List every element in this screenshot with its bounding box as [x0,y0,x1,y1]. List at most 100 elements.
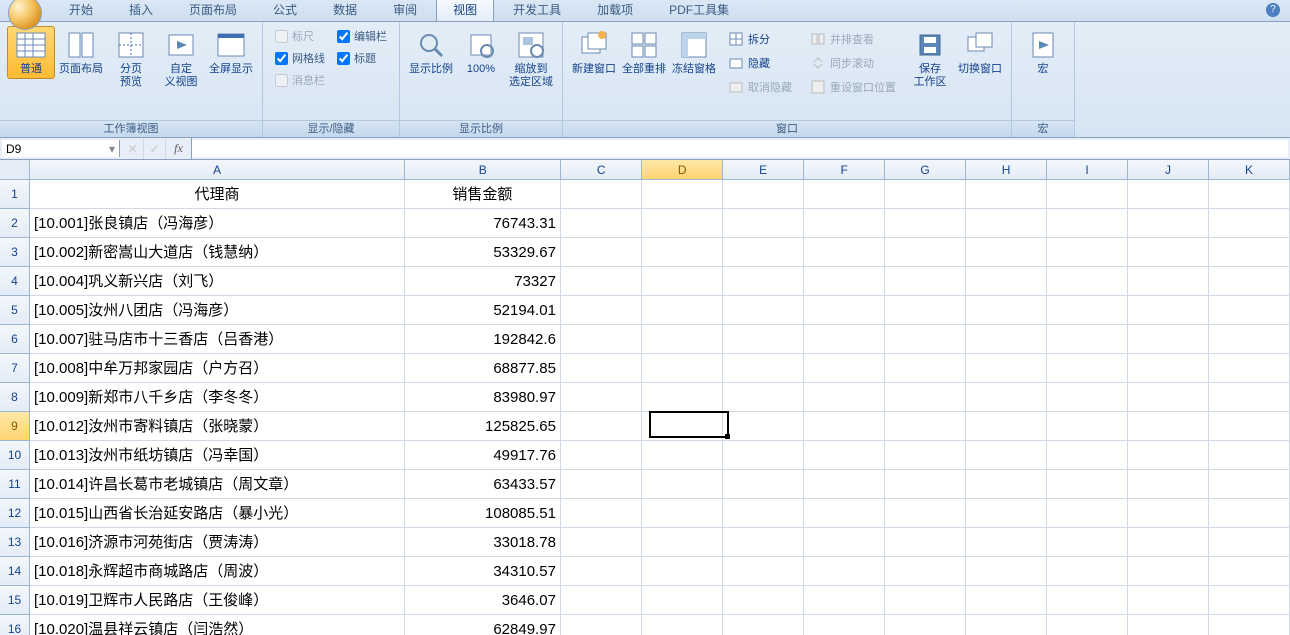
cell-A1[interactable]: 代理商 [30,180,405,209]
cell-A13[interactable]: [10.016]济源市河苑街店（贾涛涛） [30,528,405,557]
cell-E1[interactable] [723,180,804,209]
cell-J1[interactable] [1128,180,1209,209]
tab-加载项[interactable]: 加载项 [580,0,650,21]
cell-E14[interactable] [723,557,804,586]
cell-B1[interactable]: 销售金额 [405,180,561,209]
cell-D10[interactable] [642,441,723,470]
cell-K3[interactable] [1209,238,1290,267]
row-header-4[interactable]: 4 [0,267,30,296]
cell-B2[interactable]: 76743.31 [405,209,561,238]
cell-K15[interactable] [1209,586,1290,615]
row-header-6[interactable]: 6 [0,325,30,354]
cell-F6[interactable] [804,325,885,354]
cell-K9[interactable] [1209,412,1290,441]
cell-C14[interactable] [561,557,642,586]
cell-K11[interactable] [1209,470,1290,499]
cell-K12[interactable] [1209,499,1290,528]
cell-C16[interactable] [561,615,642,635]
cell-D5[interactable] [642,296,723,325]
col-header-I[interactable]: I [1047,160,1128,180]
cell-G1[interactable] [885,180,966,209]
cell-A5[interactable]: [10.005]汝州八团店（冯海彦） [30,296,405,325]
column-headers[interactable]: ABCDEFGHIJK [30,160,1290,180]
cell-F12[interactable] [804,499,885,528]
cell-J7[interactable] [1128,354,1209,383]
tab-开发工具[interactable]: 开发工具 [496,0,578,21]
row-header-10[interactable]: 10 [0,441,30,470]
cell-F1[interactable] [804,180,885,209]
cell-B6[interactable]: 192842.6 [405,325,561,354]
cell-J16[interactable] [1128,615,1209,635]
cell-E10[interactable] [723,441,804,470]
cell-D7[interactable] [642,354,723,383]
cell-E4[interactable] [723,267,804,296]
cell-J15[interactable] [1128,586,1209,615]
cell-G16[interactable] [885,615,966,635]
cell-F14[interactable] [804,557,885,586]
cell-H15[interactable] [966,586,1047,615]
zoom-selection-button[interactable]: 缩放到 选定区域 [507,26,555,92]
cell-C5[interactable] [561,296,642,325]
cell-G6[interactable] [885,325,966,354]
cell-K4[interactable] [1209,267,1290,296]
cell-H16[interactable] [966,615,1047,635]
cell-I13[interactable] [1047,528,1128,557]
fx-icon[interactable]: fx [166,138,192,159]
cell-D4[interactable] [642,267,723,296]
cell-E16[interactable] [723,615,804,635]
view-normal-button[interactable]: 普通 [7,26,55,79]
cell-K6[interactable] [1209,325,1290,354]
cell-B3[interactable]: 53329.67 [405,238,561,267]
tab-开始[interactable]: 开始 [52,0,110,21]
row-header-12[interactable]: 12 [0,499,30,528]
cell-J2[interactable] [1128,209,1209,238]
col-header-H[interactable]: H [966,160,1047,180]
cell-F9[interactable] [804,412,885,441]
cell-B11[interactable]: 63433.57 [405,470,561,499]
cell-K8[interactable] [1209,383,1290,412]
cell-G15[interactable] [885,586,966,615]
cell-B12[interactable]: 108085.51 [405,499,561,528]
cell-H2[interactable] [966,209,1047,238]
tab-公式[interactable]: 公式 [256,0,314,21]
cell-D6[interactable] [642,325,723,354]
cell-B14[interactable]: 34310.57 [405,557,561,586]
cell-I9[interactable] [1047,412,1128,441]
cell-J11[interactable] [1128,470,1209,499]
cell-C9[interactable] [561,412,642,441]
row-header-16[interactable]: 16 [0,615,30,635]
cell-E12[interactable] [723,499,804,528]
switch-window-button[interactable]: 切换窗口 [956,26,1004,79]
col-header-K[interactable]: K [1209,160,1290,180]
cell-B8[interactable]: 83980.97 [405,383,561,412]
col-header-B[interactable]: B [405,160,561,180]
cell-I7[interactable] [1047,354,1128,383]
cell-J3[interactable] [1128,238,1209,267]
row-header-7[interactable]: 7 [0,354,30,383]
cell-F13[interactable] [804,528,885,557]
cell-F5[interactable] [804,296,885,325]
row-header-5[interactable]: 5 [0,296,30,325]
cell-H12[interactable] [966,499,1047,528]
cell-I4[interactable] [1047,267,1128,296]
cell-J14[interactable] [1128,557,1209,586]
cell-K13[interactable] [1209,528,1290,557]
cell-A3[interactable]: [10.002]新密嵩山大道店（钱慧纳） [30,238,405,267]
cell-I11[interactable] [1047,470,1128,499]
cell-H14[interactable] [966,557,1047,586]
cell-C11[interactable] [561,470,642,499]
cell-H3[interactable] [966,238,1047,267]
split-button[interactable]: 拆分 [723,28,797,50]
cell-F7[interactable] [804,354,885,383]
cell-C7[interactable] [561,354,642,383]
row-header-9[interactable]: 9 [0,412,30,441]
cell-A15[interactable]: [10.019]卫辉市人民路店（王俊峰） [30,586,405,615]
help-icon[interactable]: ? [1266,3,1280,17]
formula-input[interactable] [192,140,1288,157]
cell-G12[interactable] [885,499,966,528]
cell-F3[interactable] [804,238,885,267]
cell-C1[interactable] [561,180,642,209]
cell-F11[interactable] [804,470,885,499]
row-header-1[interactable]: 1 [0,180,30,209]
cell-G2[interactable] [885,209,966,238]
